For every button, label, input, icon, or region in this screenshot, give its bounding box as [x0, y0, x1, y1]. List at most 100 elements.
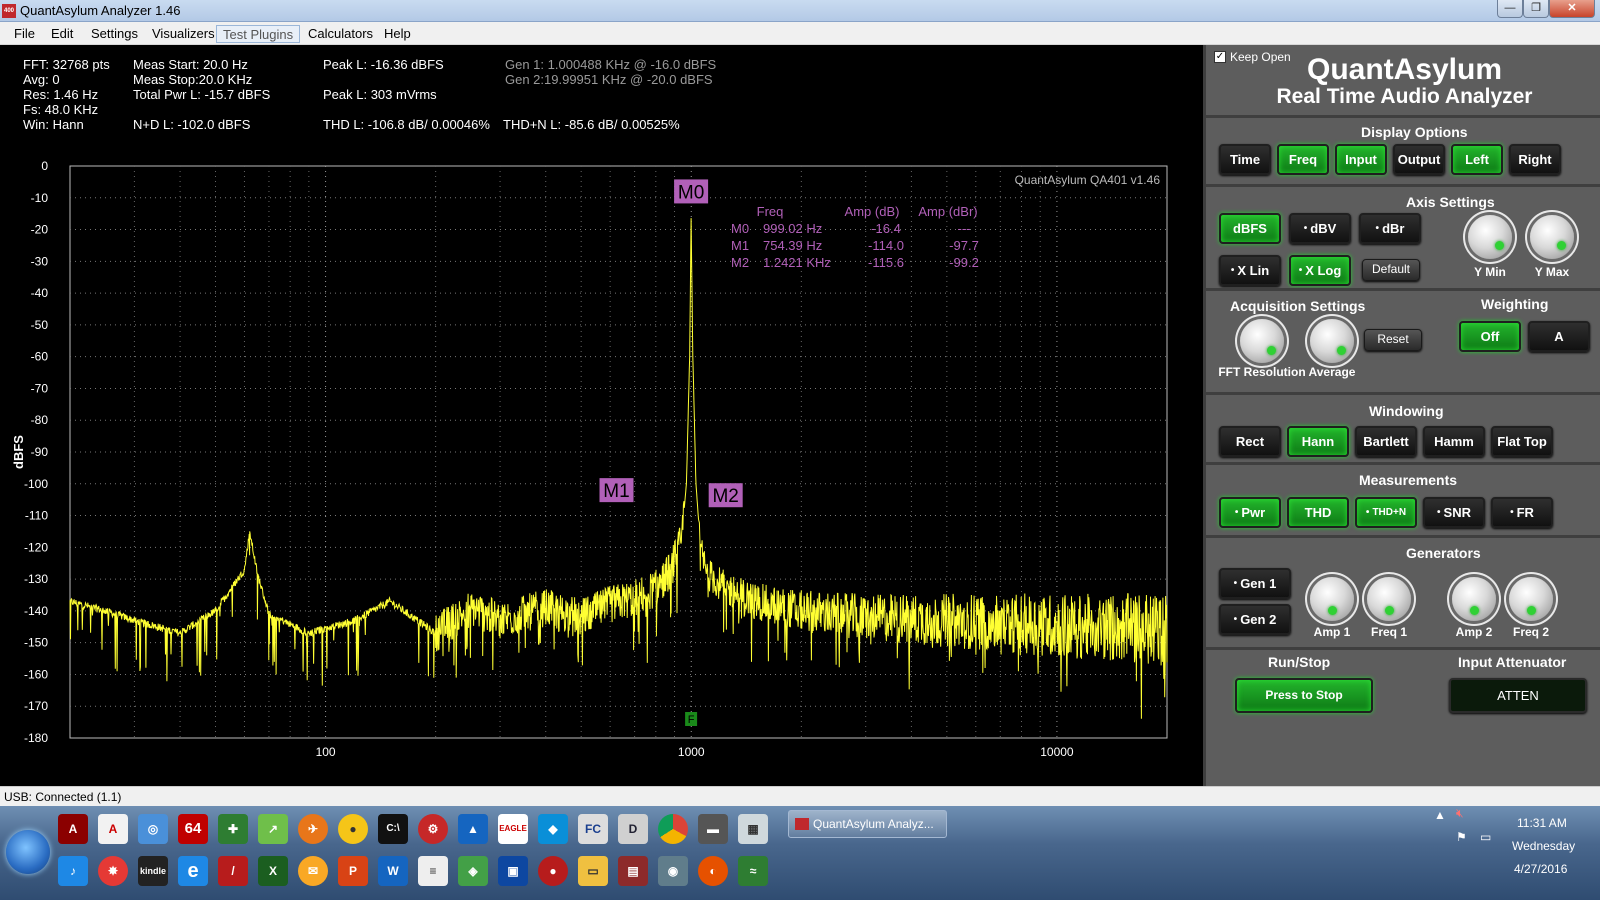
- gear-red-icon[interactable]: ⚙: [418, 814, 448, 844]
- pdf-icon[interactable]: A: [98, 814, 128, 844]
- section-divider: [1206, 462, 1600, 465]
- notepad-icon[interactable]: ≡: [418, 856, 448, 886]
- spectrum-chart[interactable]: 0 -10 -20 -30 -40 -50 -60 -70 -80 -90 -100 -110 -120…: [0, 140, 1200, 786]
- atten-button[interactable]: ATTEN: [1449, 678, 1587, 713]
- volume-muted-icon[interactable]: 🔇︎: [1456, 806, 1464, 821]
- tool-icon[interactable]: ✚: [218, 814, 248, 844]
- maximize-button[interactable]: ❐: [1523, 0, 1549, 18]
- gen1-button[interactable]: Gen 1: [1219, 568, 1291, 599]
- minimize-button[interactable]: —: [1497, 0, 1523, 18]
- meas-thd-button[interactable]: THD: [1287, 497, 1349, 528]
- menu-file[interactable]: File: [8, 25, 41, 43]
- menu-settings[interactable]: Settings: [85, 25, 144, 43]
- x-log-button[interactable]: X Log: [1289, 255, 1351, 286]
- average-knob[interactable]: [1304, 313, 1360, 369]
- display-freq-button[interactable]: Freq: [1277, 144, 1329, 175]
- reset-button[interactable]: Reset: [1364, 329, 1422, 351]
- close-button[interactable]: ✕: [1549, 0, 1595, 18]
- fc-icon[interactable]: FC: [578, 814, 608, 844]
- camera-icon[interactable]: ◉: [658, 856, 688, 886]
- section-divider: [1206, 392, 1600, 395]
- dbv-button[interactable]: dBV: [1289, 213, 1351, 244]
- meas-pwr-button[interactable]: Pwr: [1219, 497, 1281, 528]
- analyzer-taskbar-icon: [795, 818, 809, 830]
- menu-edit[interactable]: Edit: [45, 25, 79, 43]
- display-output-button[interactable]: Output: [1393, 144, 1445, 175]
- diamond-icon[interactable]: ◆: [538, 814, 568, 844]
- y-min-knob[interactable]: [1462, 209, 1518, 265]
- y-tick-label: -110: [25, 509, 48, 523]
- default-button[interactable]: Default: [1362, 259, 1420, 281]
- excel-icon[interactable]: X: [258, 856, 288, 886]
- ie-icon[interactable]: e: [178, 856, 208, 886]
- rocket-icon[interactable]: ✈: [298, 814, 328, 844]
- graph-icon[interactable]: ↗: [258, 814, 288, 844]
- folder-icon[interactable]: ▭: [578, 856, 608, 886]
- meas-fr-button[interactable]: FR: [1491, 497, 1553, 528]
- freq2-knob[interactable]: [1503, 571, 1559, 627]
- chrome-icon[interactable]: [658, 814, 688, 844]
- network-icon[interactable]: ◎: [138, 814, 168, 844]
- network-tray-icon[interactable]: ▭: [1480, 830, 1491, 844]
- weighting-a-button[interactable]: A: [1528, 321, 1590, 352]
- app-blue-icon[interactable]: ▲: [458, 814, 488, 844]
- duck-icon[interactable]: ●: [338, 814, 368, 844]
- display-time-button[interactable]: Time: [1219, 144, 1271, 175]
- cube-icon[interactable]: ◈: [458, 856, 488, 886]
- aida64-icon[interactable]: 64: [178, 814, 208, 844]
- eagle-icon[interactable]: EAGLE: [498, 814, 528, 844]
- menu-calculators[interactable]: Calculators: [302, 25, 379, 43]
- fft-resolution-knob[interactable]: [1234, 313, 1290, 369]
- marker-table-header: Amp (dBr): [918, 204, 977, 219]
- usb-status: USB: Connected (1.1): [4, 790, 122, 804]
- wave-icon[interactable]: ≈: [738, 856, 768, 886]
- drive-icon[interactable]: ▬: [698, 814, 728, 844]
- word-icon[interactable]: W: [378, 856, 408, 886]
- record-icon[interactable]: ●: [538, 856, 568, 886]
- firefox-icon[interactable]: ◐: [698, 856, 728, 886]
- doc-icon[interactable]: D: [618, 814, 648, 844]
- amp1-knob[interactable]: [1304, 571, 1360, 627]
- terminal-icon[interactable]: C:\: [378, 814, 408, 844]
- winamp-icon[interactable]: ♪: [58, 856, 88, 886]
- window-rect-button[interactable]: Rect: [1219, 426, 1281, 457]
- taskbar-analyzer-window[interactable]: QuantAsylum Analyz...: [788, 810, 947, 838]
- dbfs-button[interactable]: dBFS: [1219, 213, 1281, 244]
- mail-icon[interactable]: ✉: [298, 856, 328, 886]
- amp2-knob[interactable]: [1446, 571, 1502, 627]
- run-stop-button[interactable]: Press to Stop: [1235, 678, 1373, 713]
- lt-icon[interactable]: /: [218, 856, 248, 886]
- x-lin-button[interactable]: X Lin: [1219, 255, 1281, 286]
- clock-time[interactable]: 11:31 AM: [1517, 816, 1567, 830]
- menu-visualizers[interactable]: Visualizers: [146, 25, 221, 43]
- window-hann-button[interactable]: Hann: [1287, 426, 1349, 457]
- y-max-knob[interactable]: [1524, 209, 1580, 265]
- dbr-button[interactable]: dBr: [1359, 213, 1421, 244]
- kindle-icon[interactable]: kindle: [138, 856, 168, 886]
- weighting-off-button[interactable]: Off: [1459, 321, 1521, 352]
- meas-thd-n-button[interactable]: THD+N: [1355, 497, 1417, 528]
- window-hamm-button[interactable]: Hamm: [1423, 426, 1485, 457]
- tray-arrow-icon[interactable]: ▲: [1434, 808, 1446, 822]
- display-input-button[interactable]: Input: [1335, 144, 1387, 175]
- start-button[interactable]: [6, 830, 50, 874]
- presentation-icon[interactable]: P: [338, 856, 368, 886]
- window-bartlett-button[interactable]: Bartlett: [1355, 426, 1417, 457]
- menu-help[interactable]: Help: [378, 25, 417, 43]
- splat-icon[interactable]: ✸: [98, 856, 128, 886]
- computer-icon[interactable]: ▣: [498, 856, 528, 886]
- display-left-button[interactable]: Left: [1451, 144, 1503, 175]
- gen2-button[interactable]: Gen 2: [1219, 604, 1291, 635]
- action-center-icon[interactable]: ⚑: [1456, 830, 1467, 844]
- acrobat-icon[interactable]: A: [58, 814, 88, 844]
- plot-area: [69, 165, 1168, 739]
- window-flat-top-button[interactable]: Flat Top: [1491, 426, 1553, 457]
- freq1-knob[interactable]: [1361, 571, 1417, 627]
- calculator-icon[interactable]: ▦: [738, 814, 768, 844]
- display-right-button[interactable]: Right: [1509, 144, 1561, 175]
- archive-icon[interactable]: ▤: [618, 856, 648, 886]
- marker-row-amp-dbr: -99.2: [949, 255, 979, 270]
- menu-test-plugins[interactable]: Test Plugins: [216, 25, 301, 43]
- y-tick-label: 0: [41, 159, 48, 173]
- meas-snr-button[interactable]: SNR: [1423, 497, 1485, 528]
